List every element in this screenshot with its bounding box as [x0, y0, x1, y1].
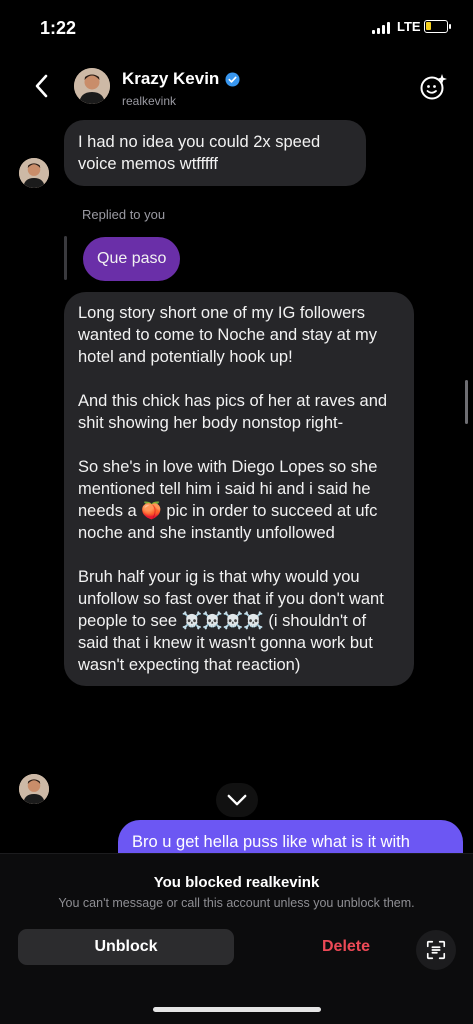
blocked-subtitle: You can't message or call this account u…: [58, 896, 415, 910]
incoming-long-message[interactable]: Long story short one of my IG followers …: [64, 292, 414, 686]
chevron-left-icon[interactable]: [30, 70, 54, 102]
replied-label: Replied to you: [82, 207, 166, 222]
battery-icon: [424, 20, 451, 33]
sender-avatar[interactable]: [19, 774, 49, 804]
sender-avatar[interactable]: [19, 158, 49, 188]
network-label: LTE: [397, 19, 421, 34]
unblock-button[interactable]: Unblock: [18, 929, 234, 965]
scan-text-icon[interactable]: [416, 930, 456, 970]
message-paragraph: And this chick has pics of her at raves …: [78, 392, 392, 432]
contact-name-row[interactable]: Krazy Kevin: [122, 69, 240, 89]
contact-name: Krazy Kevin: [122, 69, 220, 88]
chevron-down-icon: [227, 794, 247, 805]
contact-handle: realkevink: [122, 94, 177, 108]
status-time: 1:22: [40, 18, 77, 38]
message-paragraph: Long story short one of my IG followers …: [78, 304, 382, 366]
reply-indicator-bar: [64, 236, 67, 280]
conversation-header: Krazy Kevin realkevink: [0, 56, 473, 120]
signal-icon: [372, 22, 394, 34]
sticker-effects-icon[interactable]: [418, 72, 448, 102]
status-bar: 1:22 LTE: [0, 0, 473, 56]
verified-badge-icon: [225, 71, 240, 87]
incoming-message[interactable]: I had no idea you could 2x speed voice m…: [64, 120, 366, 186]
blocked-title: You blocked realkevink: [153, 874, 320, 891]
header-avatar[interactable]: [74, 68, 110, 104]
message-paragraph: Bruh half your ig is that why would you …: [78, 568, 389, 674]
message-text: I had no idea you could 2x speed voice m…: [78, 133, 321, 173]
battery-level: [426, 22, 431, 30]
home-indicator[interactable]: [153, 1007, 321, 1012]
blocked-footer: You blocked realkevink You can't message…: [0, 853, 473, 1024]
message-paragraph: So she's in love with Diego Lopes so she…: [78, 458, 383, 542]
scroll-to-bottom-button[interactable]: [216, 783, 258, 817]
replied-message[interactable]: Que paso: [83, 237, 181, 281]
scrollbar[interactable]: [465, 380, 468, 424]
